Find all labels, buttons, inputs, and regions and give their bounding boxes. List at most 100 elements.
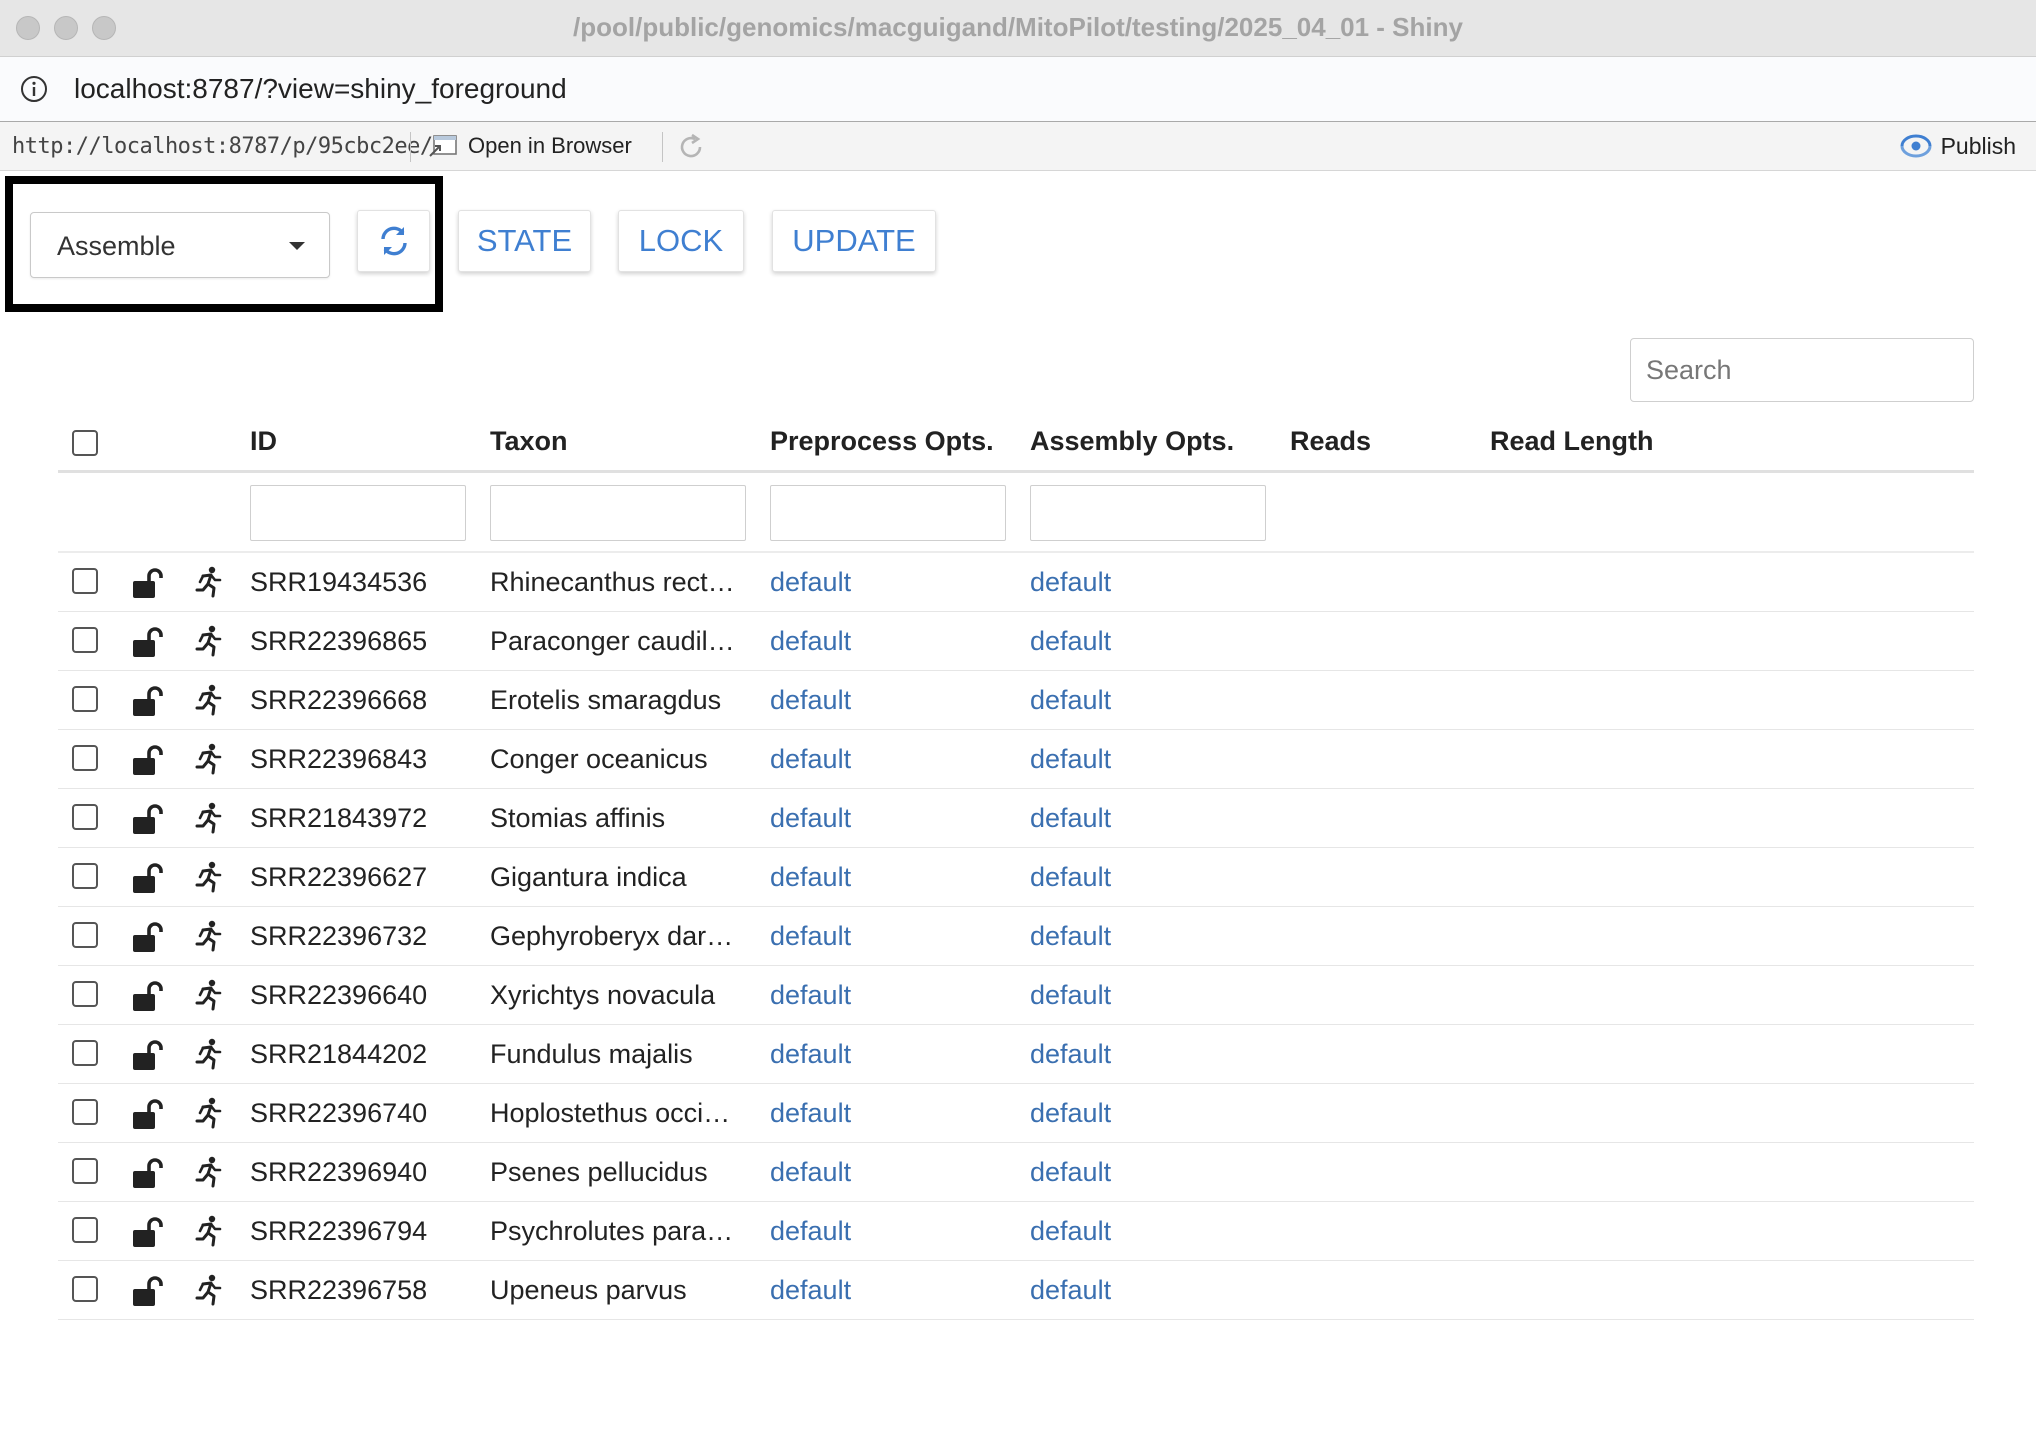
table-row[interactable]: SRR21843972 Stomias affinis default defa… xyxy=(58,789,1974,848)
row-checkbox[interactable] xyxy=(72,1217,98,1243)
unlocked-icon[interactable] xyxy=(130,920,164,954)
table-row[interactable]: SRR19434536 Rhinecanthus rect… default d… xyxy=(58,553,1974,612)
cell-assembly-link[interactable]: default xyxy=(1030,1157,1111,1188)
cell-assembly-link[interactable]: default xyxy=(1030,1039,1111,1070)
running-icon[interactable] xyxy=(194,861,224,893)
table-row[interactable]: SRR22396627 Gigantura indica default def… xyxy=(58,848,1974,907)
running-icon[interactable] xyxy=(194,979,224,1011)
table-row[interactable]: SRR22396865 Paraconger caudil… default d… xyxy=(58,612,1974,671)
viewer-refresh-icon[interactable] xyxy=(676,132,706,162)
running-icon[interactable] xyxy=(194,625,224,657)
table-row[interactable]: SRR22396940 Psenes pellucidus default de… xyxy=(58,1143,1974,1202)
cell-assembly-link[interactable]: default xyxy=(1030,626,1111,657)
unlocked-icon[interactable] xyxy=(130,743,164,777)
cell-assembly-link[interactable]: default xyxy=(1030,862,1111,893)
row-checkbox[interactable] xyxy=(72,1040,98,1066)
table-row[interactable]: SRR22396794 Psychrolutes para… default d… xyxy=(58,1202,1974,1261)
unlocked-icon[interactable] xyxy=(130,861,164,895)
running-icon[interactable] xyxy=(194,1038,224,1070)
unlocked-icon[interactable] xyxy=(130,1215,164,1249)
cell-assembly-link[interactable]: default xyxy=(1030,1275,1111,1306)
row-checkbox[interactable] xyxy=(72,922,98,948)
mode-select[interactable]: Assemble xyxy=(30,212,330,278)
unlocked-icon[interactable] xyxy=(130,684,164,718)
running-icon[interactable] xyxy=(194,1274,224,1306)
row-checkbox[interactable] xyxy=(72,981,98,1007)
row-checkbox[interactable] xyxy=(72,627,98,653)
column-header-id[interactable]: ID xyxy=(250,426,277,457)
column-header-preprocess-opts[interactable]: Preprocess Opts. xyxy=(770,426,994,457)
column-header-reads[interactable]: Reads xyxy=(1290,426,1371,457)
row-checkbox[interactable] xyxy=(72,804,98,830)
table-row[interactable]: SRR22396668 Erotelis smaragdus default d… xyxy=(58,671,1974,730)
cell-preprocess-link[interactable]: default xyxy=(770,1098,851,1129)
info-icon[interactable] xyxy=(20,75,48,103)
cell-assembly-link[interactable]: default xyxy=(1030,921,1111,952)
taxon-filter-input[interactable] xyxy=(490,485,746,541)
unlocked-icon[interactable] xyxy=(130,566,164,600)
running-icon[interactable] xyxy=(194,566,224,598)
running-icon[interactable] xyxy=(194,920,224,952)
unlocked-icon[interactable] xyxy=(130,1038,164,1072)
table-row[interactable]: SRR22396843 Conger oceanicus default def… xyxy=(58,730,1974,789)
row-checkbox[interactable] xyxy=(72,1158,98,1184)
row-checkbox[interactable] xyxy=(72,1276,98,1302)
id-filter-input[interactable] xyxy=(250,485,466,541)
preprocess-filter-input[interactable] xyxy=(770,485,1006,541)
unlocked-icon[interactable] xyxy=(130,802,164,836)
running-icon[interactable] xyxy=(194,743,224,775)
cell-assembly-link[interactable]: default xyxy=(1030,1098,1111,1129)
open-in-browser-button[interactable]: Open in Browser xyxy=(428,130,632,162)
cell-assembly-link[interactable]: default xyxy=(1030,980,1111,1011)
url-text[interactable]: localhost:8787/?view=shiny_foreground xyxy=(74,73,567,105)
table-row[interactable]: SRR22396640 Xyrichtys novacula default d… xyxy=(58,966,1974,1025)
table-row[interactable]: SRR22396732 Gephyroberyx dar… default de… xyxy=(58,907,1974,966)
select-all-checkbox[interactable] xyxy=(72,430,98,456)
row-checkbox[interactable] xyxy=(72,568,98,594)
cell-assembly-link[interactable]: default xyxy=(1030,803,1111,834)
unlocked-icon[interactable] xyxy=(130,1097,164,1131)
cell-preprocess-link[interactable]: default xyxy=(770,1157,851,1188)
running-icon[interactable] xyxy=(194,1097,224,1129)
search-input[interactable] xyxy=(1630,338,1974,402)
running-icon[interactable] xyxy=(194,1156,224,1188)
cell-preprocess-link[interactable]: default xyxy=(770,1039,851,1070)
cell-assembly-link[interactable]: default xyxy=(1030,685,1111,716)
cell-assembly-link[interactable]: default xyxy=(1030,1216,1111,1247)
cell-preprocess-link[interactable]: default xyxy=(770,1275,851,1306)
unlocked-icon[interactable] xyxy=(130,979,164,1013)
cell-preprocess-link[interactable]: default xyxy=(770,862,851,893)
cell-preprocess-link[interactable]: default xyxy=(770,803,851,834)
running-icon[interactable] xyxy=(194,684,224,716)
unlocked-icon[interactable] xyxy=(130,625,164,659)
cell-preprocess-link[interactable]: default xyxy=(770,685,851,716)
lock-button[interactable]: LOCK xyxy=(618,210,744,272)
cell-preprocess-link[interactable]: default xyxy=(770,567,851,598)
cell-assembly-link[interactable]: default xyxy=(1030,744,1111,775)
unlocked-icon[interactable] xyxy=(130,1274,164,1308)
row-checkbox[interactable] xyxy=(72,745,98,771)
cell-preprocess-link[interactable]: default xyxy=(770,921,851,952)
row-checkbox[interactable] xyxy=(72,1099,98,1125)
assembly-filter-input[interactable] xyxy=(1030,485,1266,541)
cell-preprocess-link[interactable]: default xyxy=(770,744,851,775)
refresh-button[interactable] xyxy=(357,210,430,272)
state-button[interactable]: STATE xyxy=(458,210,591,272)
table-row[interactable]: SRR21844202 Fundulus majalis default def… xyxy=(58,1025,1974,1084)
cell-preprocess-link[interactable]: default xyxy=(770,980,851,1011)
row-checkbox[interactable] xyxy=(72,863,98,889)
cell-preprocess-link[interactable]: default xyxy=(770,1216,851,1247)
column-header-read-length[interactable]: Read Length xyxy=(1490,426,1654,457)
row-checkbox[interactable] xyxy=(72,686,98,712)
update-button[interactable]: UPDATE xyxy=(772,210,936,272)
running-icon[interactable] xyxy=(194,802,224,834)
cell-assembly-link[interactable]: default xyxy=(1030,567,1111,598)
table-row[interactable]: SRR22396740 Hoplostethus occi… default d… xyxy=(58,1084,1974,1143)
unlocked-icon[interactable] xyxy=(130,1156,164,1190)
column-header-taxon[interactable]: Taxon xyxy=(490,426,568,457)
column-header-assembly-opts[interactable]: Assembly Opts. xyxy=(1030,426,1234,457)
table-row[interactable]: SRR22396758 Upeneus parvus default defau… xyxy=(58,1261,1974,1320)
cell-preprocess-link[interactable]: default xyxy=(770,626,851,657)
running-icon[interactable] xyxy=(194,1215,224,1247)
publish-button[interactable]: Publish xyxy=(1899,130,2016,162)
